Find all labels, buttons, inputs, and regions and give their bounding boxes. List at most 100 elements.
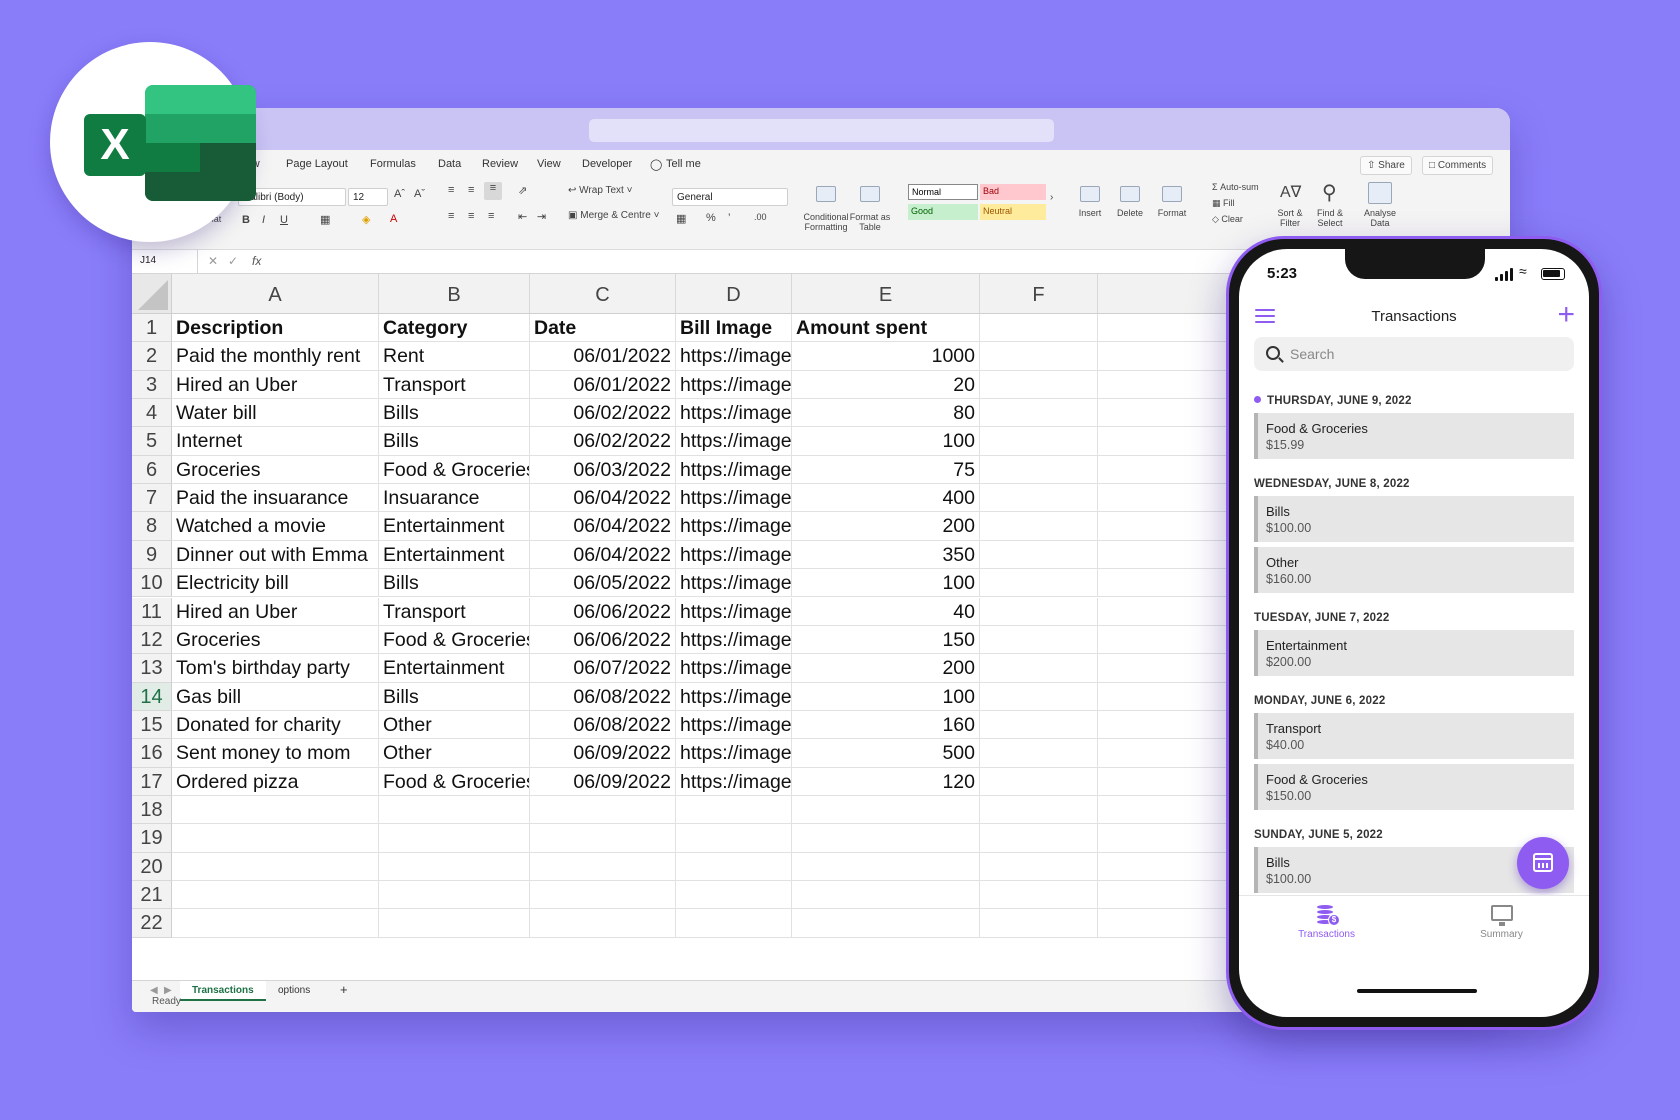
empty-cell[interactable] <box>980 512 1098 541</box>
table-cell[interactable]: 150 <box>792 625 980 655</box>
table-cell[interactable]: Paid the insuarance <box>172 484 379 513</box>
tab-review[interactable]: Review <box>482 158 518 170</box>
table-cell[interactable]: Donated for charity <box>172 710 379 740</box>
style-bad[interactable]: Bad <box>980 184 1046 200</box>
header-cell[interactable]: Amount spent <box>792 314 980 343</box>
empty-cell[interactable] <box>379 795 530 825</box>
find-select-label[interactable]: Find & Select <box>1310 208 1350 228</box>
decimal-icon[interactable]: .00 <box>754 212 767 222</box>
indent-increase-icon[interactable]: ⇥ <box>537 210 546 223</box>
number-format-select[interactable]: General <box>672 188 788 206</box>
row-header[interactable]: 15 <box>132 710 172 740</box>
indent-decrease-icon[interactable]: ⇤ <box>518 210 527 223</box>
row-header[interactable]: 13 <box>132 654 172 683</box>
percent-icon[interactable]: % <box>706 212 716 224</box>
empty-cell[interactable] <box>980 795 1098 825</box>
empty-cell[interactable] <box>980 569 1098 598</box>
table-cell[interactable]: https://image <box>676 455 792 485</box>
table-cell[interactable]: 06/06/2022 <box>530 597 676 626</box>
table-cell[interactable]: 20 <box>792 370 980 400</box>
empty-cell[interactable] <box>530 824 676 853</box>
add-transaction-icon[interactable]: + <box>1557 300 1575 330</box>
delete-cells-icon[interactable] <box>1120 186 1140 202</box>
table-cell[interactable]: 350 <box>792 540 980 570</box>
table-cell[interactable]: Tom's birthday party <box>172 654 379 683</box>
clear-button[interactable]: ◇ Clear <box>1212 214 1243 225</box>
table-cell[interactable]: 200 <box>792 654 980 683</box>
format-cells-icon[interactable] <box>1162 186 1182 202</box>
tab-tell-me[interactable]: Tell me <box>666 158 701 170</box>
column-header-b[interactable]: B <box>379 274 530 314</box>
empty-cell[interactable] <box>530 795 676 825</box>
empty-cell[interactable] <box>530 909 676 938</box>
empty-cell[interactable] <box>792 852 980 881</box>
sheet-tab-options[interactable]: options <box>266 981 322 1001</box>
table-cell[interactable]: Internet <box>172 427 379 456</box>
empty-cell[interactable] <box>530 881 676 910</box>
table-cell[interactable]: Paid the monthly rent <box>172 342 379 371</box>
align-left-icon[interactable]: ≡ <box>448 210 454 222</box>
table-cell[interactable]: 200 <box>792 512 980 541</box>
empty-cell[interactable] <box>980 399 1098 428</box>
sheet-tab-transactions[interactable]: Transactions <box>180 981 266 1001</box>
insert-cells-icon[interactable] <box>1080 186 1100 202</box>
tab-transactions[interactable]: $ Transactions <box>1239 896 1414 966</box>
empty-cell[interactable] <box>379 881 530 910</box>
find-select-icon[interactable]: ⚲ <box>1322 180 1337 205</box>
tab-page-layout[interactable]: Page Layout <box>286 158 348 170</box>
empty-cell[interactable] <box>980 654 1098 683</box>
empty-cell[interactable] <box>172 824 379 853</box>
row-header[interactable]: 9 <box>132 540 172 570</box>
empty-cell[interactable] <box>980 710 1098 740</box>
table-cell[interactable]: 500 <box>792 739 980 768</box>
empty-cell[interactable] <box>792 881 980 910</box>
header-cell[interactable]: Description <box>172 314 379 343</box>
table-cell[interactable]: Bills <box>379 682 530 711</box>
table-cell[interactable]: https://image <box>676 597 792 626</box>
table-cell[interactable]: Groceries <box>172 455 379 485</box>
table-cell[interactable]: Entertainment <box>379 654 530 683</box>
currency-icon[interactable]: ▦ <box>676 212 686 225</box>
empty-cell[interactable] <box>792 909 980 938</box>
calendar-fab[interactable] <box>1517 837 1569 889</box>
insert-label[interactable]: Insert <box>1070 208 1110 218</box>
empty-cell[interactable] <box>676 795 792 825</box>
table-cell[interactable]: 120 <box>792 767 980 796</box>
empty-cell[interactable] <box>980 455 1098 485</box>
table-cell[interactable]: Ordered pizza <box>172 767 379 796</box>
merge-centre-button[interactable]: ▣ Merge & Centre ˅ <box>568 210 659 221</box>
empty-cell[interactable] <box>172 909 379 938</box>
analyse-data-icon[interactable] <box>1368 182 1392 204</box>
empty-cell[interactable] <box>980 909 1098 938</box>
table-cell[interactable]: https://image <box>676 767 792 796</box>
title-search-field[interactable] <box>589 119 1054 142</box>
share-button[interactable]: ⇧ Share <box>1360 156 1412 175</box>
table-cell[interactable]: 06/09/2022 <box>530 767 676 796</box>
add-sheet-button[interactable]: + <box>328 981 360 1001</box>
empty-cell[interactable] <box>379 824 530 853</box>
table-cell[interactable]: https://image <box>676 540 792 570</box>
tab-summary[interactable]: Summary <box>1414 896 1589 966</box>
row-header[interactable]: 22 <box>132 909 172 938</box>
row-header[interactable]: 18 <box>132 795 172 825</box>
bold-button[interactable]: B <box>242 214 250 226</box>
table-cell[interactable]: https://image <box>676 625 792 655</box>
table-cell[interactable]: 100 <box>792 682 980 711</box>
empty-cell[interactable] <box>980 824 1098 853</box>
conditional-formatting-label[interactable]: Conditional Formatting <box>802 212 850 232</box>
table-cell[interactable]: https://image <box>676 739 792 768</box>
table-cell[interactable]: Entertainment <box>379 540 530 570</box>
table-cell[interactable]: 06/02/2022 <box>530 399 676 428</box>
empty-cell[interactable] <box>980 427 1098 456</box>
fill-color-icon[interactable]: ◈ <box>362 213 370 226</box>
align-bottom-icon[interactable]: ≡ <box>484 182 502 200</box>
empty-cell[interactable] <box>530 852 676 881</box>
align-center-icon[interactable]: ≡ <box>468 210 474 222</box>
empty-cell[interactable] <box>980 739 1098 768</box>
empty-cell[interactable] <box>379 852 530 881</box>
table-cell[interactable]: Bills <box>379 427 530 456</box>
increase-font-icon[interactable]: Aˆ <box>394 188 405 200</box>
table-cell[interactable]: 80 <box>792 399 980 428</box>
tab-data[interactable]: Data <box>438 158 461 170</box>
table-cell[interactable]: 06/01/2022 <box>530 370 676 400</box>
